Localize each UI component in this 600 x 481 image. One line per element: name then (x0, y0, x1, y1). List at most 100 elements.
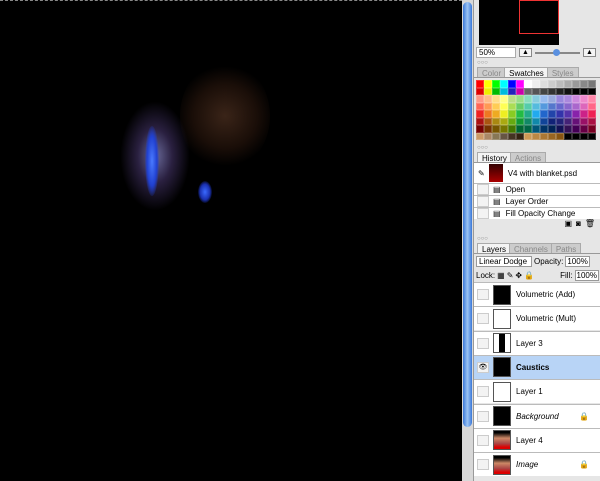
swatch[interactable] (548, 117, 556, 125)
visibility-toggle[interactable] (477, 434, 489, 446)
swatch[interactable] (500, 125, 508, 133)
swatch[interactable] (580, 87, 588, 95)
swatch[interactable] (508, 117, 516, 125)
swatch[interactable] (564, 125, 572, 133)
tab-layers[interactable]: Layers (477, 243, 512, 254)
fill-field[interactable]: 100% (574, 269, 599, 281)
swatch[interactable] (548, 95, 556, 103)
swatch[interactable] (588, 125, 596, 133)
swatch[interactable] (516, 102, 524, 110)
lock-move-icon[interactable]: ✥ (515, 271, 522, 280)
layer-row[interactable]: Image 🔒 (474, 452, 600, 477)
swatch[interactable] (524, 87, 532, 95)
zoom-slider[interactable] (534, 48, 580, 56)
swatch[interactable] (492, 132, 500, 140)
zoom-in-button[interactable]: ▲ (582, 48, 596, 57)
swatch[interactable] (532, 102, 540, 110)
history-source-checkbox[interactable] (477, 184, 489, 195)
swatch[interactable] (540, 95, 548, 103)
swatch[interactable] (548, 110, 556, 118)
layer-row[interactable]: Background 🔒 (474, 403, 600, 428)
swatch[interactable] (588, 132, 596, 140)
swatch[interactable] (572, 102, 580, 110)
swatch[interactable] (588, 87, 596, 95)
swatch[interactable] (484, 125, 492, 133)
history-item[interactable]: ▤ Layer Order (474, 195, 600, 207)
swatch[interactable] (564, 110, 572, 118)
swatch-grid[interactable] (476, 80, 600, 140)
swatch[interactable] (500, 95, 508, 103)
swatch[interactable] (484, 87, 492, 95)
swatch[interactable] (540, 117, 548, 125)
swatch[interactable] (540, 110, 548, 118)
swatch[interactable] (564, 87, 572, 95)
swatch[interactable] (516, 87, 524, 95)
tab-paths[interactable]: Paths (550, 243, 582, 254)
swatch[interactable] (532, 117, 540, 125)
swatch[interactable] (492, 102, 500, 110)
swatch[interactable] (492, 117, 500, 125)
layer-row[interactable]: 👁 Caustics (474, 354, 600, 379)
tab-history[interactable]: History (477, 152, 512, 163)
swatch[interactable] (532, 132, 540, 140)
swatch[interactable] (548, 80, 556, 88)
swatch[interactable] (476, 110, 484, 118)
swatch[interactable] (492, 110, 500, 118)
swatch[interactable] (580, 110, 588, 118)
swatch[interactable] (540, 87, 548, 95)
swatch[interactable] (548, 87, 556, 95)
vertical-scrollbar[interactable] (462, 0, 473, 481)
swatch[interactable] (476, 102, 484, 110)
swatch[interactable] (476, 80, 484, 88)
swatch[interactable] (580, 125, 588, 133)
swatch[interactable] (508, 110, 516, 118)
swatch[interactable] (564, 117, 572, 125)
swatch[interactable] (500, 102, 508, 110)
zoom-field[interactable]: 50% (476, 47, 516, 58)
swatch[interactable] (540, 125, 548, 133)
swatch[interactable] (588, 95, 596, 103)
layer-row[interactable]: Layer 1 (474, 379, 600, 404)
lock-transparency-icon[interactable]: ▦ (497, 271, 505, 280)
swatch[interactable] (476, 95, 484, 103)
swatch[interactable] (580, 117, 588, 125)
new-document-icon[interactable]: ▣ (564, 219, 572, 229)
swatch[interactable] (588, 110, 596, 118)
swatch[interactable] (500, 87, 508, 95)
swatch[interactable] (484, 95, 492, 103)
swatch[interactable] (484, 110, 492, 118)
swatch[interactable] (556, 125, 564, 133)
swatch[interactable] (572, 125, 580, 133)
swatch[interactable] (492, 87, 500, 95)
history-source-checkbox[interactable] (477, 196, 489, 207)
visibility-toggle[interactable] (477, 459, 489, 471)
swatch[interactable] (484, 132, 492, 140)
swatch[interactable] (540, 102, 548, 110)
swatch[interactable] (524, 132, 532, 140)
opacity-field[interactable]: 100% (565, 255, 590, 267)
history-item[interactable]: ▤ Fill Opacity Change (474, 207, 600, 219)
tab-channels[interactable]: Channels (509, 243, 553, 254)
swatch[interactable] (524, 125, 532, 133)
layer-row[interactable]: Volumetric (Add) (474, 282, 600, 306)
swatch[interactable] (476, 117, 484, 125)
swatch[interactable] (484, 102, 492, 110)
trash-icon[interactable]: 🗑 (585, 219, 595, 229)
swatch[interactable] (500, 132, 508, 140)
navigator-thumbnail[interactable] (479, 0, 559, 45)
swatch[interactable] (476, 87, 484, 95)
swatch[interactable] (492, 125, 500, 133)
swatch[interactable] (524, 102, 532, 110)
document-canvas[interactable] (0, 0, 462, 481)
swatch[interactable] (508, 95, 516, 103)
tab-swatches[interactable]: Swatches (504, 67, 549, 78)
visibility-toggle[interactable] (477, 386, 489, 398)
swatch[interactable] (508, 102, 516, 110)
visibility-toggle[interactable] (477, 410, 489, 422)
swatch[interactable] (532, 95, 540, 103)
swatch[interactable] (564, 80, 572, 88)
swatch[interactable] (492, 80, 500, 88)
tab-styles[interactable]: Styles (546, 67, 579, 78)
swatch[interactable] (556, 110, 564, 118)
swatch[interactable] (580, 102, 588, 110)
